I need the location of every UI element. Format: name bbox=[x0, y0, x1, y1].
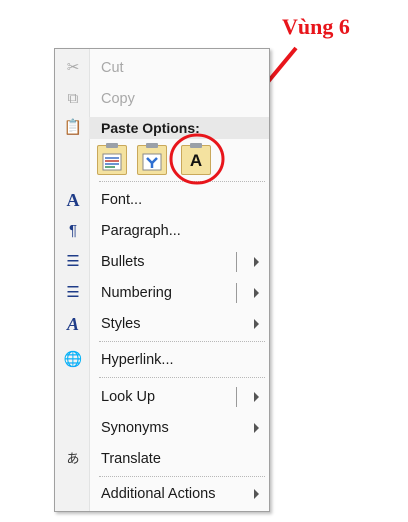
menu-separator bbox=[99, 377, 265, 378]
paste-options-label: Paste Options: bbox=[101, 120, 200, 136]
menu-item-numbering-label: Numbering bbox=[101, 285, 172, 301]
menu-item-font[interactable]: A Font... bbox=[55, 187, 269, 213]
menu-item-paragraph[interactable]: ¶ Paragraph... bbox=[55, 218, 269, 244]
menu-item-look-up[interactable]: Look Up bbox=[55, 384, 269, 410]
menu-item-copy-label: Copy bbox=[101, 91, 135, 107]
menu-item-hyperlink[interactable]: 🌐 Hyperlink... bbox=[55, 347, 269, 373]
paragraph-icon: ¶ bbox=[68, 222, 78, 239]
menu-separator bbox=[99, 181, 265, 182]
paste-merge-formatting-glyph bbox=[142, 153, 162, 171]
menu-item-bullets-label: Bullets bbox=[101, 254, 145, 270]
menu-separator bbox=[99, 476, 265, 477]
translate-icon: あ bbox=[66, 451, 80, 466]
menu-item-copy[interactable]: ⧉ Copy bbox=[55, 86, 269, 112]
split-divider bbox=[236, 283, 237, 303]
menu-item-additional-actions-label: Additional Actions bbox=[101, 486, 216, 502]
context-menu: ✂ Cut ⧉ Copy 📋 Paste Options: A A Font..… bbox=[54, 48, 270, 512]
menu-item-paragraph-label: Paragraph... bbox=[101, 223, 181, 239]
menu-item-translate-label: Translate bbox=[101, 451, 161, 467]
submenu-arrow-icon bbox=[254, 423, 259, 433]
menu-item-cut-label: Cut bbox=[101, 60, 124, 76]
menu-item-numbering[interactable]: ☰ Numbering bbox=[55, 280, 269, 306]
menu-item-additional-actions[interactable]: Additional Actions bbox=[55, 481, 269, 507]
split-divider bbox=[236, 387, 237, 407]
paste-clipboard-icon: 📋 bbox=[63, 119, 83, 136]
submenu-arrow-icon bbox=[254, 319, 259, 329]
submenu-arrow-icon[interactable] bbox=[254, 392, 259, 402]
paste-keep-formatting-glyph bbox=[102, 153, 122, 171]
split-divider bbox=[236, 252, 237, 272]
annotation-label: Vùng 6 bbox=[282, 14, 350, 39]
bullets-icon: ☰ bbox=[66, 253, 80, 270]
menu-item-synonyms[interactable]: Synonyms bbox=[55, 415, 269, 441]
menu-item-hyperlink-label: Hyperlink... bbox=[101, 352, 174, 368]
paste-keep-formatting-button[interactable] bbox=[97, 143, 127, 175]
menu-item-look-up-label: Look Up bbox=[101, 389, 156, 405]
menu-item-cut[interactable]: ✂ Cut bbox=[55, 55, 269, 81]
submenu-arrow-icon[interactable] bbox=[254, 257, 259, 267]
menu-item-bullets[interactable]: ☰ Bullets bbox=[55, 249, 269, 275]
menu-item-styles-label: Styles bbox=[101, 316, 141, 332]
copy-icon: ⧉ bbox=[67, 90, 79, 107]
scissors-icon: ✂ bbox=[66, 59, 80, 76]
font-icon: A bbox=[66, 190, 80, 210]
numbering-icon: ☰ bbox=[66, 284, 80, 301]
paste-text-only-icon bbox=[190, 143, 202, 148]
menu-item-translate[interactable]: あ Translate bbox=[55, 446, 269, 472]
menu-item-synonyms-label: Synonyms bbox=[101, 420, 169, 436]
submenu-arrow-icon bbox=[254, 489, 259, 499]
styles-icon: A bbox=[66, 314, 79, 334]
hyperlink-icon: 🌐 bbox=[63, 351, 83, 368]
submenu-arrow-icon[interactable] bbox=[254, 288, 259, 298]
menu-item-styles[interactable]: A Styles bbox=[55, 311, 269, 337]
paste-merge-formatting-button[interactable] bbox=[137, 143, 167, 175]
menu-item-font-label: Font... bbox=[101, 192, 143, 208]
paste-options-header: Paste Options: bbox=[89, 117, 269, 139]
paste-text-only-button[interactable]: A bbox=[181, 143, 211, 175]
menu-separator bbox=[99, 341, 265, 342]
paste-text-only-glyph: A bbox=[189, 151, 203, 170]
